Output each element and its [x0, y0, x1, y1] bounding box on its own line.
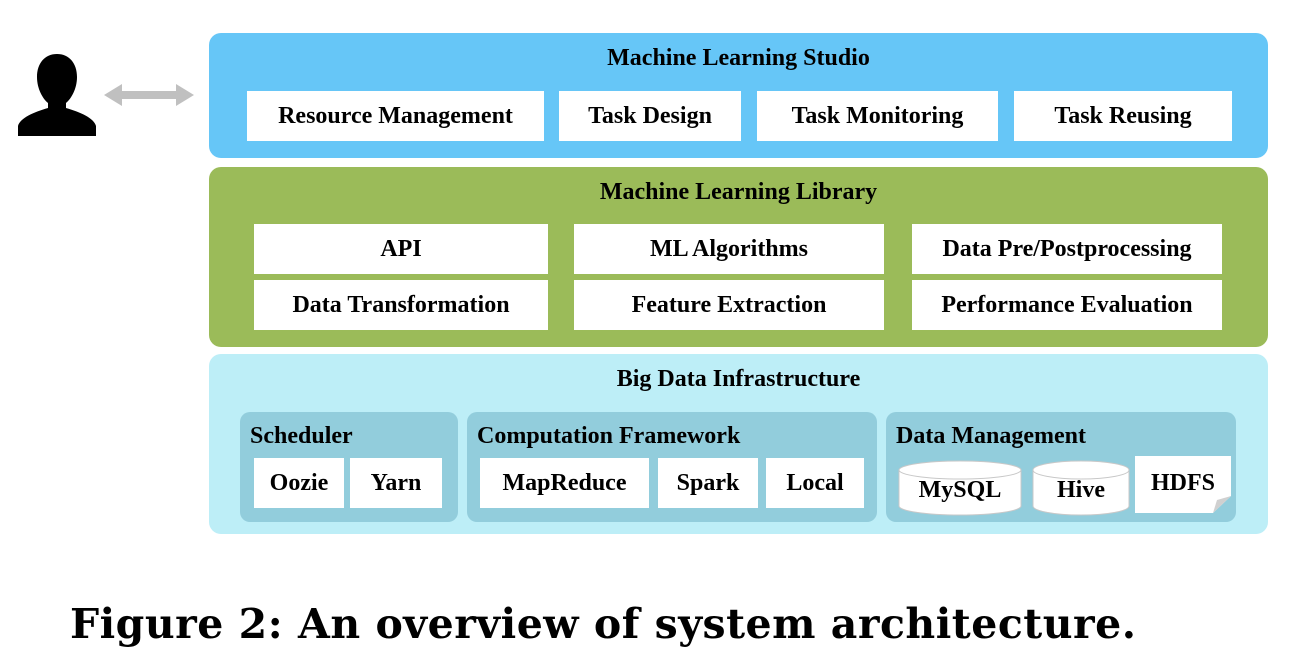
- data-pre-postprocessing-box: Data Pre/Postprocessing: [912, 224, 1222, 274]
- resource-management-box: Resource Management: [247, 91, 544, 141]
- scheduler-group: Scheduler Oozie Yarn: [240, 412, 458, 522]
- data-transformation-box: Data Transformation: [254, 280, 548, 330]
- user-silhouette-icon: [18, 54, 96, 136]
- scheduler-title: Scheduler: [250, 423, 353, 449]
- computation-framework-group: Computation Framework MapReduce Spark Lo…: [467, 412, 877, 522]
- infrastructure-layer: Big Data Infrastructure Scheduler Oozie …: [209, 354, 1268, 534]
- oozie-box: Oozie: [254, 458, 344, 508]
- performance-evaluation-box: Performance Evaluation: [912, 280, 1222, 330]
- infrastructure-title: Big Data Infrastructure: [616, 366, 861, 392]
- studio-title: Machine Learning Studio: [607, 45, 870, 71]
- hive-label: Hive: [1057, 477, 1105, 503]
- hdfs-label: HDFS: [1150, 470, 1215, 496]
- yarn-box: Yarn: [350, 458, 442, 508]
- data-management-group: Data Management MySQL Hive HDFS: [886, 412, 1236, 522]
- ml-algorithms-box: ML Algorithms: [574, 224, 884, 274]
- hive-cylinder: Hive: [1032, 460, 1130, 516]
- library-layer: Machine Learning Library API ML Algorith…: [209, 167, 1268, 347]
- computation-framework-title: Computation Framework: [477, 423, 741, 449]
- mysql-cylinder: MySQL: [898, 460, 1022, 516]
- feature-extraction-box: Feature Extraction: [574, 280, 884, 330]
- data-management-title: Data Management: [896, 423, 1086, 449]
- figure-caption: Figure 2: An overview of system architec…: [70, 600, 1137, 648]
- double-arrow-icon: [104, 84, 194, 106]
- spark-box: Spark: [658, 458, 758, 508]
- api-box: API: [254, 224, 548, 274]
- task-monitoring-box: Task Monitoring: [757, 91, 998, 141]
- mysql-label: MySQL: [918, 477, 1002, 503]
- task-design-box: Task Design: [559, 91, 741, 141]
- mapreduce-box: MapReduce: [480, 458, 649, 508]
- local-box: Local: [766, 458, 864, 508]
- hdfs-document: HDFS: [1135, 456, 1231, 514]
- library-title: Machine Learning Library: [599, 179, 878, 205]
- task-reusing-box: Task Reusing: [1014, 91, 1232, 141]
- studio-layer: Machine Learning Studio Resource Managem…: [209, 33, 1268, 158]
